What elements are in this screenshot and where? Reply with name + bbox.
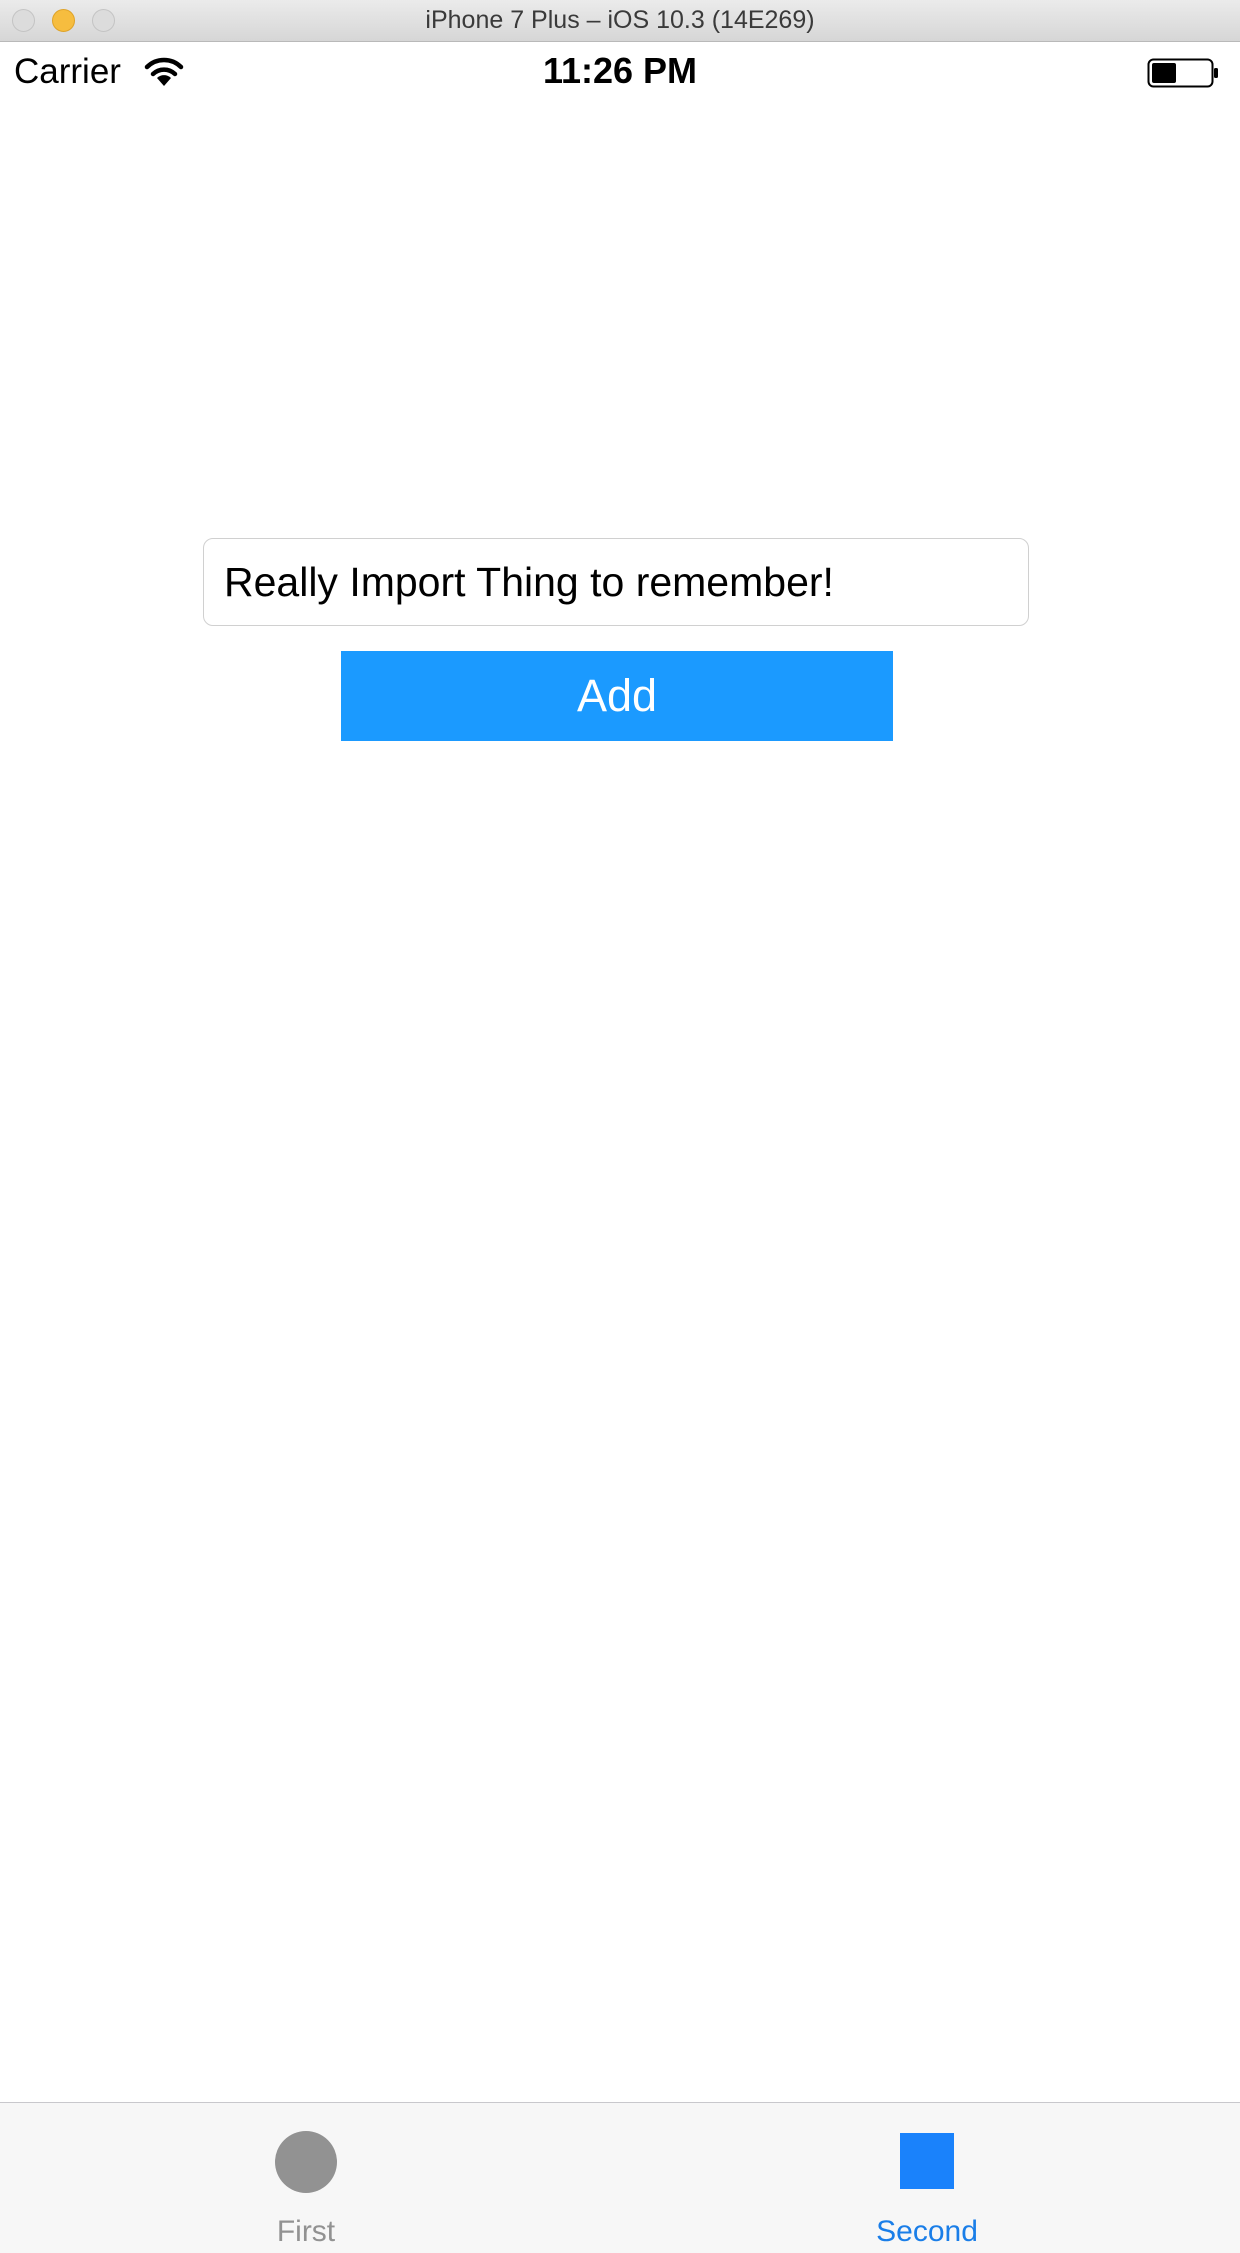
title-bar: iPhone 7 Plus – iOS 10.3 (14E269) xyxy=(0,0,1240,42)
square-icon xyxy=(900,2133,954,2189)
battery-icon xyxy=(1147,58,1218,88)
simulator-window: iPhone 7 Plus – iOS 10.3 (14E269) Carrie… xyxy=(0,0,1240,2253)
item-text-field[interactable] xyxy=(203,538,1029,626)
status-time: 11:26 PM xyxy=(542,50,698,91)
window-title: iPhone 7 Plus – iOS 10.3 (14E269) xyxy=(425,6,815,34)
tab-first-label: First xyxy=(276,2215,336,2248)
circle-icon xyxy=(275,2131,337,2193)
tab-second-label: Second xyxy=(876,2215,978,2248)
tab-bar: First Second xyxy=(0,2102,1240,2253)
tab-first[interactable]: First xyxy=(156,2103,456,2253)
status-bar: Carrier 11:26 PM xyxy=(0,42,1240,104)
item-text-input[interactable] xyxy=(224,539,1014,625)
add-button[interactable]: Add xyxy=(341,651,893,741)
tab-second[interactable]: Second xyxy=(777,2103,1077,2253)
